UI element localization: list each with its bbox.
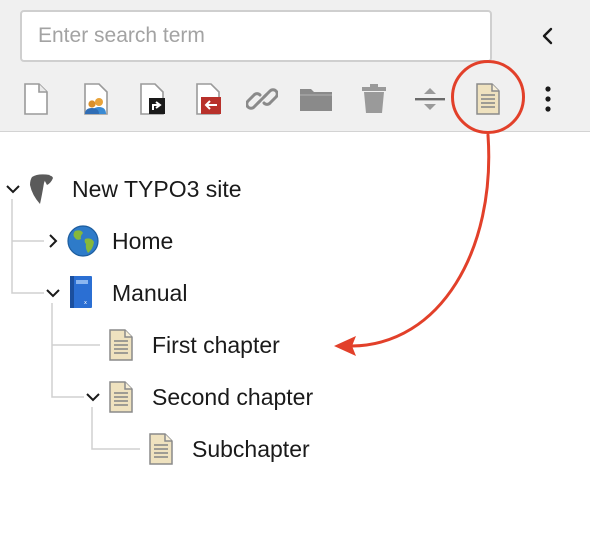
more-actions-button[interactable] [528,78,568,120]
divider-icon [415,88,445,110]
trash-icon [362,84,386,113]
page-with-users-icon [84,83,108,115]
chevron-down-icon [86,393,100,402]
chevron-left-icon [542,27,553,45]
tree-node-label: First chapter [152,332,280,358]
new-page-icon [24,83,48,115]
new-standard-page-button[interactable] [468,78,508,120]
search-box[interactable] [20,10,492,62]
page-tree-toolbar [0,0,590,132]
typo3-logo-icon [24,172,58,206]
tree-node-home[interactable]: Home [0,221,300,261]
tree-node-label: Home [112,228,174,254]
insert-divider-button[interactable] [410,78,450,120]
standard-page-icon [476,83,500,115]
more-vertical-icon [545,86,551,112]
svg-text:x: x [84,300,87,306]
manual-toggle[interactable] [42,282,64,304]
tree-node-manual[interactable]: x Manual [0,273,300,313]
new-page-users-button[interactable] [76,78,116,120]
globe-icon [66,224,100,258]
page-icon [144,432,178,466]
page-shortcut-icon [140,83,165,115]
tree-node-label: Subchapter [192,436,310,462]
tree-node-second-chapter[interactable]: Second chapter [0,377,360,417]
collapse-button[interactable] [532,18,564,54]
new-shortcut-button[interactable] [132,78,172,120]
new-link-button[interactable] [242,78,282,120]
delete-button[interactable] [354,78,394,120]
chevron-down-icon [46,289,60,298]
page-icon [104,328,138,362]
tree-node-label: Manual [112,280,188,306]
tree-node-label: Second chapter [152,384,314,410]
new-folder-button[interactable] [296,78,336,120]
page-icon [104,380,138,414]
link-icon [246,88,278,110]
tree-node-label: New TYPO3 site [72,176,242,202]
chevron-right-icon [49,234,58,248]
search-input[interactable] [22,12,490,60]
root-toggle[interactable] [2,178,24,200]
home-toggle[interactable] [42,230,64,252]
tree-node-subchapter[interactable]: Subchapter [0,429,360,469]
tree-node-first-chapter[interactable]: First chapter [0,325,330,365]
second-chapter-toggle[interactable] [82,386,104,408]
chevron-down-icon [6,185,20,194]
folder-icon [300,89,332,111]
page-tree: New TYPO3 site Home x Manual First chapt… [0,133,590,542]
new-external-link-button[interactable] [188,78,228,120]
page-external-link-icon [196,83,221,115]
tree-node-root[interactable]: New TYPO3 site [0,169,300,209]
book-icon: x [64,275,98,309]
new-page-button[interactable] [16,78,56,120]
